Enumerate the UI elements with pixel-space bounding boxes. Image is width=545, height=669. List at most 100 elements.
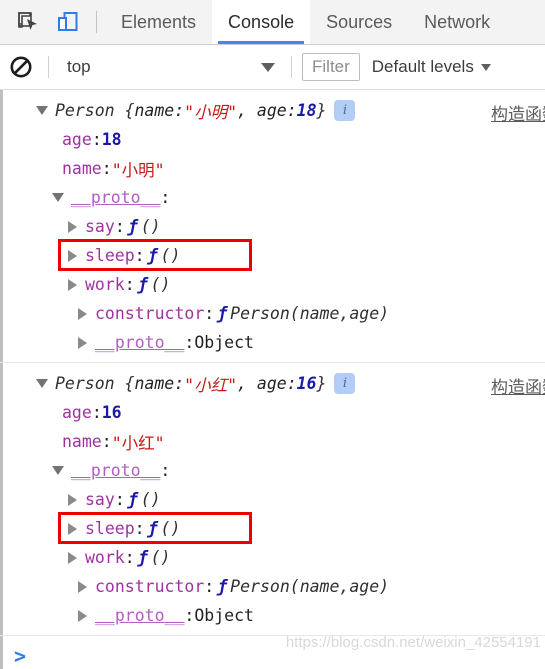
preview-key-age: , age: [237, 374, 297, 393]
filter-divider-2 [291, 56, 292, 78]
property-row-name[interactable]: name : "小红" [0, 427, 545, 456]
property-row-age[interactable]: age : 16 [0, 398, 545, 427]
triangle-right-icon[interactable] [78, 609, 87, 622]
log-levels-select[interactable]: Default levels [372, 57, 545, 77]
log-levels-label: Default levels [371, 57, 474, 76]
property-row-name[interactable]: name : "小明" [0, 154, 545, 183]
function-marker: ƒ [217, 304, 228, 323]
console-message-group: Person { name: "小红" , age: 16 } i 构造函数 a… [0, 363, 545, 636]
property-row-sleep[interactable]: sleep : ƒ () [0, 514, 545, 543]
info-badge-icon[interactable]: i [334, 100, 356, 121]
property-name: __proto__ [95, 333, 185, 352]
triangle-right-icon[interactable] [78, 580, 87, 593]
triangle-right-icon[interactable] [68, 220, 77, 233]
console-output[interactable]: Person { name: "小明" , age: 18 } i 构造函数 a… [0, 90, 545, 669]
triangle-right-icon[interactable] [68, 249, 77, 262]
triangle-right-icon[interactable] [78, 307, 87, 320]
function-marker: ƒ [127, 490, 138, 509]
tab-sources[interactable]: Sources [310, 0, 408, 44]
property-row-work[interactable]: work : ƒ () [0, 270, 545, 299]
property-value: Person(name,age) [230, 577, 390, 596]
preview-key-name: name: [134, 374, 185, 393]
brace-open: { [124, 374, 135, 393]
console-filter-bar: top Filter Default levels [0, 45, 545, 90]
property-name: __proto__ [95, 606, 185, 625]
tab-elements[interactable]: Elements [105, 0, 212, 44]
property-separator: : [101, 159, 112, 178]
execution-context-select[interactable]: top [55, 57, 285, 77]
property-name: work [85, 275, 125, 294]
property-separator: : [124, 548, 135, 567]
object-header-row[interactable]: Person { name: "小明" , age: 18 } i 构造函数 [0, 96, 545, 125]
filter-divider-1 [48, 56, 49, 78]
property-name: name [62, 432, 102, 451]
triangle-right-icon[interactable] [78, 336, 87, 349]
property-row-sleep[interactable]: sleep : ƒ () [0, 241, 545, 270]
property-row-proto-nested[interactable]: __proto__ : Object [0, 601, 545, 630]
property-row-age[interactable]: age : 18 [0, 125, 545, 154]
property-row-constructor[interactable]: constructor : ƒ Person(name,age) [0, 299, 545, 328]
clear-console-icon[interactable] [0, 55, 42, 79]
property-name: say [85, 490, 115, 509]
property-row-constructor[interactable]: constructor : ƒ Person(name,age) [0, 572, 545, 601]
property-value: () [160, 519, 181, 538]
triangle-down-icon[interactable] [52, 193, 64, 202]
preview-key-name: name: [134, 101, 185, 120]
property-separator: : [114, 490, 125, 509]
property-name: name [62, 159, 102, 178]
property-separator: : [204, 577, 215, 596]
property-row-proto-nested[interactable]: __proto__ : Object [0, 328, 545, 357]
triangle-right-icon[interactable] [68, 493, 77, 506]
property-value: () [140, 490, 161, 509]
tab-console[interactable]: Console [212, 0, 311, 44]
info-badge-icon[interactable]: i [334, 373, 356, 394]
property-name: age [62, 130, 92, 149]
property-separator: : [184, 333, 195, 352]
property-name: __proto__ [71, 188, 161, 207]
triangle-down-icon[interactable] [52, 466, 64, 475]
caret-down-icon [261, 62, 275, 72]
property-separator: : [124, 275, 135, 294]
property-row-work[interactable]: work : ƒ () [0, 543, 545, 572]
property-row-say[interactable]: say : ƒ () [0, 485, 545, 514]
property-name: age [62, 403, 92, 422]
brace-open: { [124, 101, 135, 120]
property-separator: : [114, 217, 125, 236]
caret-down-icon [480, 63, 491, 71]
property-value: Object [194, 333, 254, 352]
brace-close: } [316, 101, 327, 120]
property-value: () [160, 246, 181, 265]
property-separator: : [91, 403, 102, 422]
watermark: https://blog.csdn.net/weixin_42554191 [285, 634, 541, 651]
property-row-proto[interactable]: __proto__ : [0, 183, 545, 212]
function-marker: ƒ [137, 548, 148, 567]
triangle-right-icon[interactable] [68, 522, 77, 535]
triangle-right-icon[interactable] [68, 278, 77, 291]
property-separator: : [184, 606, 195, 625]
triangle-right-icon[interactable] [68, 551, 77, 564]
chevron-right-icon: > [14, 644, 27, 668]
inspect-element-icon[interactable] [8, 0, 48, 44]
triangle-down-icon[interactable] [36, 379, 48, 388]
function-marker: ƒ [127, 217, 138, 236]
property-value: () [150, 548, 171, 567]
property-row-proto[interactable]: __proto__ : [0, 456, 545, 485]
toolbar-divider [96, 11, 97, 33]
function-marker: ƒ [217, 577, 228, 596]
property-separator: : [160, 461, 171, 480]
function-marker: ƒ [147, 519, 158, 538]
devtools-tab-bar: Elements Console Sources Network [0, 0, 545, 45]
source-link[interactable]: 构造函数 [491, 373, 545, 398]
preview-value-name: "小明" [184, 102, 238, 122]
object-header-row[interactable]: Person { name: "小红" , age: 16 } i 构造函数 [0, 369, 545, 398]
property-separator: : [204, 304, 215, 323]
tab-network[interactable]: Network [408, 0, 506, 44]
property-value: "小明" [111, 160, 165, 180]
triangle-down-icon[interactable] [36, 106, 48, 115]
property-value: Person(name,age) [230, 304, 390, 323]
preview-key-age: , age: [237, 101, 297, 120]
source-link[interactable]: 构造函数 [491, 100, 545, 125]
filter-input[interactable]: Filter [302, 53, 360, 81]
device-toolbar-icon[interactable] [48, 0, 88, 44]
property-row-say[interactable]: say : ƒ () [0, 212, 545, 241]
